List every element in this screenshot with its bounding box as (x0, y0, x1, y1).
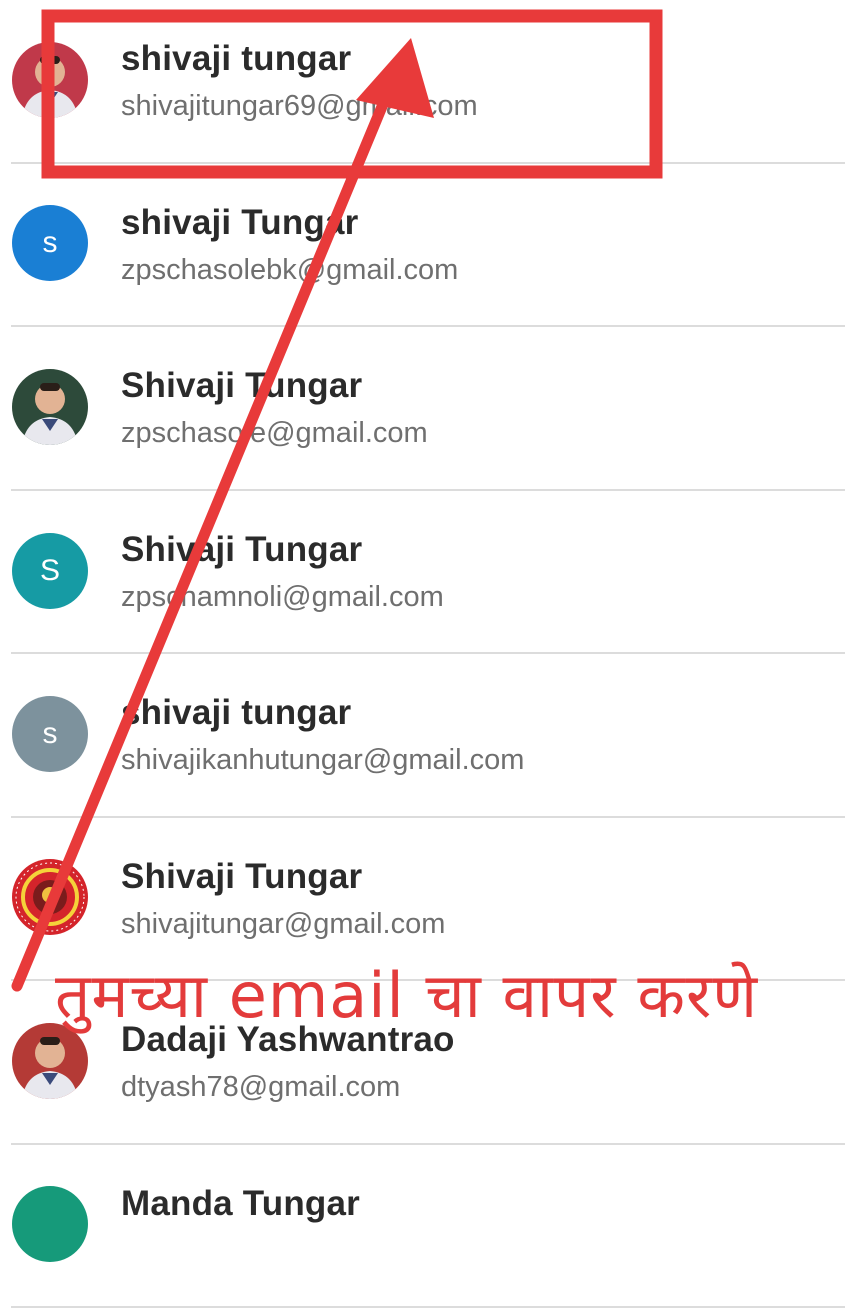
account-name: Shivaji Tungar (121, 857, 362, 897)
account-name: Dadaji Yashwantrao (121, 1020, 455, 1060)
avatar-initial: S (40, 554, 60, 588)
account-list: shivaji tungarshivajitungar69@gmail.coms… (0, 0, 845, 1308)
account-name: Manda Tungar (121, 1184, 360, 1224)
account-name: shivaji tungar (121, 693, 351, 733)
person-photo-icon (12, 42, 88, 118)
account-name: Shivaji Tungar (121, 366, 362, 406)
account-row[interactable]: shivaji tungar shivajitungar69@gmail.com (11, 0, 845, 164)
account-row[interactable]: S Shivaji Tungar zpschamnoli@gmail.com (11, 491, 845, 655)
account-name: shivaji Tungar (121, 203, 358, 243)
account-email: zpschamnoli@gmail.com (121, 581, 444, 614)
avatar: s (12, 205, 88, 281)
avatar (12, 859, 88, 935)
account-name: shivaji tungar (121, 39, 351, 79)
avatar-initial: s (43, 717, 58, 751)
account-name: Shivaji Tungar (121, 530, 362, 570)
avatar-initial: s (43, 226, 58, 260)
avatar (12, 1186, 88, 1262)
account-email: shivajitungar69@gmail.com (121, 90, 478, 123)
account-email: zpschasolebk@gmail.com (121, 254, 458, 287)
avatar (12, 42, 88, 118)
avatar (12, 369, 88, 445)
avatar: s (12, 696, 88, 772)
account-email: zpschasole@gmail.com (121, 417, 428, 450)
account-row[interactable]: s shivaji Tungar zpschasolebk@gmail.com (11, 164, 845, 328)
account-row[interactable]: Shivaji Tungar shivajitungar@gmail.com (11, 818, 845, 982)
person-photo-icon (12, 1023, 88, 1099)
avatar: S (12, 533, 88, 609)
account-row[interactable]: Dadaji Yashwantrao dtyash78@gmail.com (11, 981, 845, 1145)
account-row[interactable]: Manda Tungar (11, 1145, 845, 1308)
person-photo-icon (12, 369, 88, 445)
avatar (12, 1023, 88, 1099)
account-email: dtyash78@gmail.com (121, 1071, 400, 1104)
account-email: shivajitungar@gmail.com (121, 908, 445, 941)
account-row[interactable]: Shivaji Tungar zpschasole@gmail.com (11, 327, 845, 491)
account-email: shivajikanhutungar@gmail.com (121, 744, 524, 777)
emblem-logo-icon (12, 859, 88, 935)
account-row[interactable]: s shivaji tungar shivajikanhutungar@gmail.… (11, 654, 845, 818)
